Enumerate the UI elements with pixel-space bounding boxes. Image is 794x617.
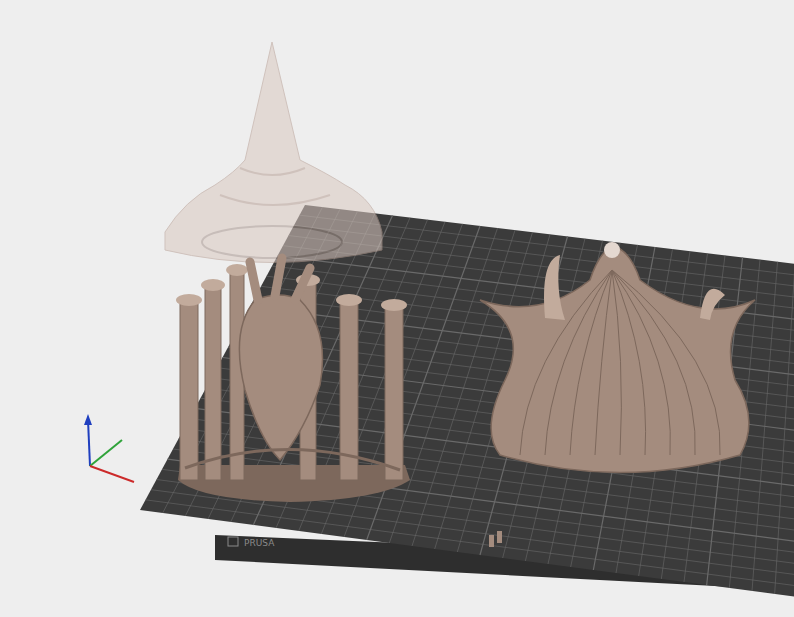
- tower-model[interactable]: [176, 258, 410, 502]
- peg-parts[interactable]: [489, 531, 502, 547]
- dome-model[interactable]: [480, 242, 755, 473]
- axes-icon: [84, 414, 134, 482]
- print-bed: [140, 205, 794, 600]
- roof-part[interactable]: [165, 42, 382, 263]
- scene-canvas[interactable]: PRUSA: [0, 0, 794, 617]
- svg-text:PRUSA: PRUSA: [244, 538, 275, 548]
- viewport[interactable]: PRUSA: [0, 0, 794, 617]
- bed-label: PRUSA: [228, 537, 275, 548]
